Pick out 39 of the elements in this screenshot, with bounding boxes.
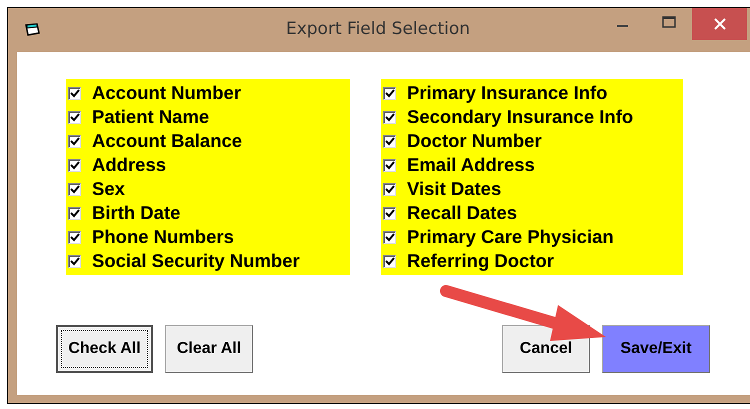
checkbox[interactable] — [68, 206, 81, 220]
field-label: Recall Dates — [407, 202, 518, 224]
field-label: Social Security Number — [92, 250, 300, 272]
checkbox[interactable] — [68, 86, 81, 100]
field-label: Sex — [92, 178, 125, 200]
checkbox[interactable] — [68, 182, 81, 196]
checkbox[interactable] — [383, 158, 396, 172]
checkbox[interactable] — [68, 134, 81, 148]
field-label: Referring Doctor — [407, 250, 554, 272]
checkbox[interactable] — [383, 230, 396, 244]
checkbox[interactable] — [383, 206, 396, 220]
checkbox[interactable] — [68, 110, 81, 124]
window-icon — [25, 23, 41, 37]
field-label: Birth Date — [92, 202, 180, 224]
field-label: Email Address — [407, 154, 535, 176]
checkbox[interactable] — [383, 86, 396, 100]
field-label: Doctor Number — [407, 130, 542, 152]
check-all-button[interactable]: Check All — [56, 325, 153, 373]
field-label: Phone Numbers — [92, 226, 234, 248]
window-title: Export Field Selection — [284, 19, 472, 39]
field-label: Visit Dates — [407, 178, 502, 200]
field-label: Primary Insurance Info — [407, 82, 608, 104]
field-label: Secondary Insurance Info — [407, 106, 634, 128]
checkbox[interactable] — [383, 254, 396, 268]
field-label: Primary Care Physician — [407, 226, 614, 248]
checkbox[interactable] — [68, 158, 81, 172]
save-exit-button[interactable]: Save/Exit — [602, 325, 710, 373]
checkbox[interactable] — [68, 230, 81, 244]
checkbox[interactable] — [68, 254, 81, 268]
checkbox[interactable] — [383, 134, 396, 148]
close-icon — [712, 17, 726, 31]
field-label: Account Number — [92, 82, 242, 104]
checkbox[interactable] — [383, 110, 396, 124]
field-label: Account Balance — [92, 130, 242, 152]
field-label: Patient Name — [92, 106, 210, 128]
clear-all-button[interactable]: Clear All — [165, 325, 253, 373]
close-button[interactable] — [692, 8, 747, 40]
checkbox[interactable] — [383, 182, 396, 196]
field-label: Address — [92, 154, 166, 176]
